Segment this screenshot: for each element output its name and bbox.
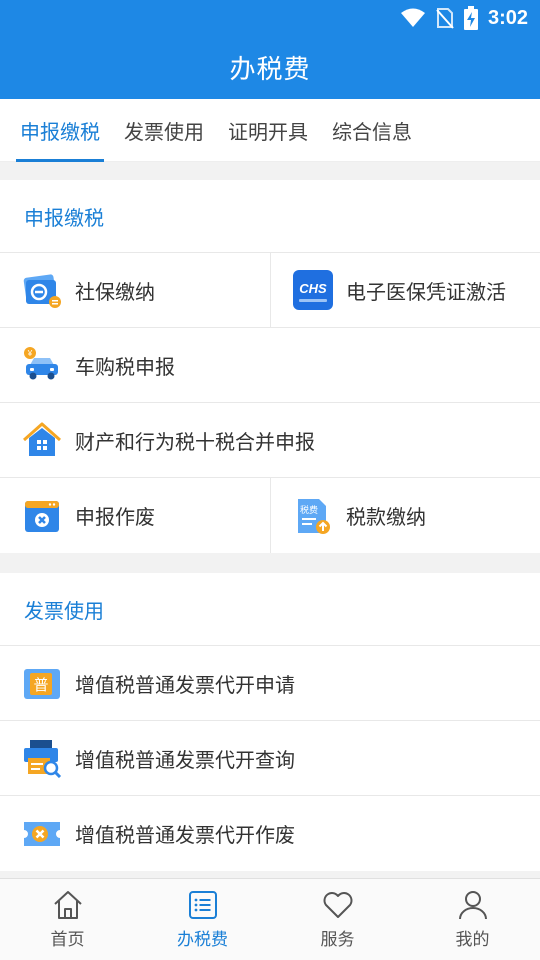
section-declare-pay: 申报缴税 社保缴纳 CHS 电子医保凭证激活 ¥ 车购税申报 财产和行为税十税合… xyxy=(0,180,540,553)
list-row: 增值税普通发票代开作废 xyxy=(0,796,540,871)
item-label: 财产和行为税十税合并申报 xyxy=(75,429,315,454)
item-label: 电子医保凭证激活 xyxy=(346,279,506,304)
tab-general-info[interactable]: 综合信息 xyxy=(332,99,412,162)
category-tabs: 申报缴税 发票使用 证明开具 综合信息 xyxy=(0,99,540,162)
item-label: 增值税普通发票代开作废 xyxy=(75,823,295,847)
chs-medical-insurance-icon: CHS xyxy=(293,270,333,310)
tax-icon-text: 税费 xyxy=(300,504,318,516)
nav-mine[interactable]: 我的 xyxy=(405,879,540,960)
item-label: 车购税申报 xyxy=(75,354,175,379)
chs-icon-text: CHS xyxy=(299,281,327,296)
app-bar: 办税费 xyxy=(0,36,540,99)
item-label: 社保缴纳 xyxy=(75,279,155,304)
section-invoice-use: 发票使用 普 增值税普通发票代开申请 增值税普通发票代开查询 增值税普通发票代开… xyxy=(0,573,540,871)
social-security-card-icon xyxy=(22,270,62,310)
tab-declare-pay[interactable]: 申报缴税 xyxy=(16,99,104,162)
invoice-issue-void-item[interactable]: 增值税普通发票代开作废 xyxy=(0,796,540,871)
nav-home[interactable]: 首页 xyxy=(0,879,135,960)
heart-icon xyxy=(323,892,352,918)
bottom-navigation: 首页 办税费 服务 我的 xyxy=(0,878,540,960)
invoice-cancel-icon xyxy=(22,814,62,854)
invoice-issue-query-item[interactable]: 增值税普通发票代开查询 xyxy=(0,721,540,795)
page-title: 办税费 xyxy=(229,55,311,85)
item-label: 增值税普通发票代开申请 xyxy=(75,672,295,697)
cancel-declaration-icon xyxy=(22,496,62,536)
home-icon xyxy=(53,891,82,919)
person-icon xyxy=(458,891,487,920)
list-row: 普 增值税普通发票代开申请 xyxy=(0,646,540,721)
nav-label: 我的 xyxy=(455,930,490,950)
item-label: 税款缴纳 xyxy=(346,505,426,529)
tax-payment-item[interactable]: 税费 税款缴纳 xyxy=(270,478,540,553)
section-title: 申报缴税 xyxy=(0,180,540,253)
no-sim-icon xyxy=(436,8,454,29)
vehicle-tax-declare-item[interactable]: ¥ 车购税申报 xyxy=(0,328,540,402)
declaration-void-item[interactable]: 申报作废 xyxy=(0,478,270,553)
medical-insurance-activate-item[interactable]: CHS 电子医保凭证激活 xyxy=(270,253,540,327)
svg-text:¥: ¥ xyxy=(27,349,33,358)
tax-payment-icon: 税费 xyxy=(293,496,333,536)
wifi-icon xyxy=(400,8,425,27)
car-icon: ¥ xyxy=(22,345,62,385)
tab-invoice-use[interactable]: 发票使用 xyxy=(124,99,204,162)
battery-charging-icon xyxy=(463,6,478,30)
social-security-pay-item[interactable]: 社保缴纳 xyxy=(0,253,270,327)
list-icon xyxy=(188,891,217,919)
nav-tax-services[interactable]: 办税费 xyxy=(135,879,270,960)
list-row: 增值税普通发票代开查询 xyxy=(0,721,540,796)
nav-service[interactable]: 服务 xyxy=(270,879,405,960)
nav-label: 服务 xyxy=(320,930,355,950)
nav-label: 办税费 xyxy=(177,930,228,950)
list-row: 财产和行为税十税合并申报 xyxy=(0,403,540,478)
status-bar: 3:02 xyxy=(0,0,540,36)
status-time: 3:02 xyxy=(487,6,528,29)
grid-row: 申报作废 税费 税款缴纳 xyxy=(0,478,540,553)
list-row: ¥ 车购税申报 xyxy=(0,328,540,403)
invoice-icon-text: 普 xyxy=(33,676,48,694)
grid-row: 社保缴纳 CHS 电子医保凭证激活 xyxy=(0,253,540,328)
tab-certificate[interactable]: 证明开具 xyxy=(228,99,308,162)
invoice-search-icon xyxy=(22,738,62,778)
invoice-issue-apply-item[interactable]: 普 增值税普通发票代开申请 xyxy=(0,646,540,720)
property-tax-combined-declare-item[interactable]: 财产和行为税十税合并申报 xyxy=(0,403,540,477)
section-title: 发票使用 xyxy=(0,573,540,646)
item-label: 申报作废 xyxy=(75,505,155,529)
nav-label: 首页 xyxy=(50,930,85,950)
house-icon xyxy=(22,420,62,460)
item-label: 增值税普通发票代开查询 xyxy=(75,747,295,772)
invoice-apply-icon: 普 xyxy=(22,663,62,703)
